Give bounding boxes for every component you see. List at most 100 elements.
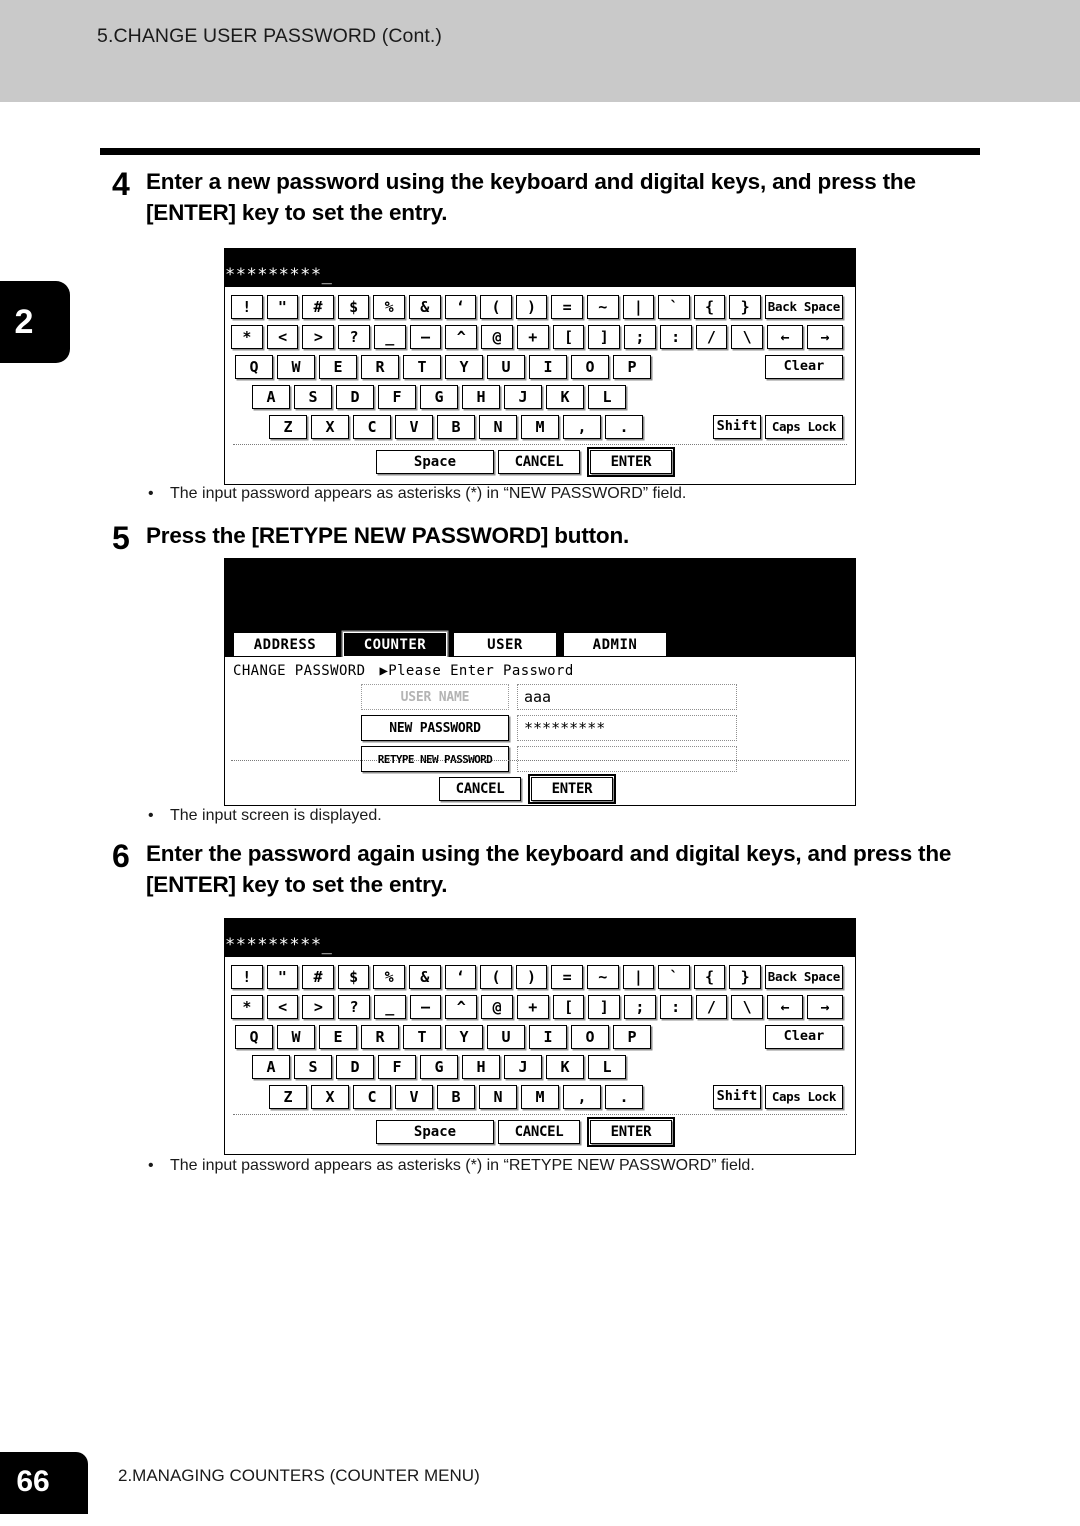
key-asterisk[interactable]: * (231, 995, 263, 1019)
key-c[interactable]: C (353, 1085, 391, 1109)
arrow-right-icon[interactable]: → (807, 325, 844, 349)
key-paren-close[interactable]: ) (515, 965, 548, 989)
key-u[interactable]: U (487, 1025, 525, 1049)
new-password-button[interactable]: NEW PASSWORD (361, 715, 509, 741)
space-button[interactable]: Space (376, 1120, 494, 1144)
key-v[interactable]: V (395, 1085, 433, 1109)
key-brace-open[interactable]: { (693, 965, 726, 989)
key-n[interactable]: N (479, 1085, 517, 1109)
key-period[interactable]: . (605, 415, 643, 439)
tab-counter[interactable]: COUNTER (343, 632, 447, 657)
key-apostrophe[interactable]: ‘ (444, 295, 477, 319)
key-brace-close[interactable]: } (729, 965, 761, 989)
screen-enter-button[interactable]: ENTER (527, 773, 617, 805)
key-colon[interactable]: : (659, 995, 692, 1019)
key-brace-close[interactable]: } (729, 295, 761, 319)
user-name-value[interactable]: aaa (517, 684, 737, 710)
key-q[interactable]: Q (235, 355, 273, 379)
key-y[interactable]: Y (445, 1025, 483, 1049)
key-underscore[interactable]: _ (373, 325, 406, 349)
key-l[interactable]: L (588, 385, 626, 409)
shift-button[interactable]: Shift (713, 1085, 761, 1109)
key-u[interactable]: U (487, 355, 525, 379)
key-question[interactable]: ? (338, 995, 370, 1019)
key-w[interactable]: W (277, 1025, 315, 1049)
key-c[interactable]: C (353, 415, 391, 439)
key-apostrophe[interactable]: ‘ (444, 965, 477, 989)
key-paren-close[interactable]: ) (515, 295, 548, 319)
key-bracket-open[interactable]: [ (552, 995, 585, 1019)
key-backtick[interactable]: ` (658, 965, 690, 989)
key-o[interactable]: O (571, 1025, 609, 1049)
key-j[interactable]: J (504, 1055, 542, 1079)
arrow-right-icon[interactable]: → (807, 995, 844, 1019)
key-r[interactable]: R (361, 355, 399, 379)
key-h[interactable]: H (462, 385, 500, 409)
clear-button[interactable]: Clear (765, 1025, 843, 1049)
key-y[interactable]: Y (445, 355, 483, 379)
key-hash[interactable]: # (302, 965, 334, 989)
space-button[interactable]: Space (376, 450, 494, 474)
enter-button[interactable]: ENTER (586, 1116, 676, 1148)
key-p[interactable]: P (613, 355, 651, 379)
user-name-button[interactable]: USER NAME (361, 684, 509, 710)
key-asterisk[interactable]: * (231, 325, 263, 349)
key-t[interactable]: T (403, 355, 441, 379)
key-bracket-open[interactable]: [ (552, 325, 585, 349)
key-f[interactable]: F (378, 385, 416, 409)
key-plus[interactable]: + (516, 995, 549, 1019)
key-percent[interactable]: % (373, 295, 405, 319)
key-pipe[interactable]: | (622, 965, 655, 989)
key-d[interactable]: D (336, 385, 374, 409)
key-exclam[interactable]: ! (231, 965, 263, 989)
key-b[interactable]: B (437, 415, 475, 439)
key-comma[interactable]: , (563, 415, 601, 439)
key-p[interactable]: P (613, 1025, 651, 1049)
key-e[interactable]: E (319, 355, 357, 379)
key-equals[interactable]: = (551, 965, 583, 989)
cancel-button[interactable]: CANCEL (498, 1120, 580, 1144)
shift-button[interactable]: Shift (713, 415, 761, 439)
key-m[interactable]: M (521, 1085, 559, 1109)
key-percent[interactable]: % (373, 965, 405, 989)
arrow-left-icon[interactable]: ← (767, 325, 804, 349)
key-b[interactable]: B (437, 1085, 475, 1109)
key-backslash[interactable]: \ (731, 325, 764, 349)
key-o[interactable]: O (571, 355, 609, 379)
tab-user[interactable]: USER (453, 632, 557, 657)
key-i[interactable]: I (529, 355, 567, 379)
back-space-button[interactable]: Back Space (764, 295, 843, 319)
key-z[interactable]: Z (269, 415, 307, 439)
key-q[interactable]: Q (235, 1025, 273, 1049)
key-at[interactable]: @ (481, 995, 513, 1019)
key-backslash[interactable]: \ (731, 995, 764, 1019)
key-question[interactable]: ? (338, 325, 370, 349)
arrow-left-icon[interactable]: ← (767, 995, 804, 1019)
key-underscore[interactable]: _ (373, 995, 406, 1019)
key-bracket-close[interactable]: ] (588, 325, 621, 349)
key-caret[interactable]: ^ (445, 995, 478, 1019)
key-w[interactable]: W (277, 355, 315, 379)
key-brace-open[interactable]: { (693, 295, 726, 319)
key-x[interactable]: X (311, 415, 349, 439)
key-semicolon[interactable]: ; (624, 325, 656, 349)
screen-cancel-button[interactable]: CANCEL (439, 777, 521, 801)
new-password-value[interactable]: ********* (517, 715, 737, 741)
key-j[interactable]: J (504, 385, 542, 409)
clear-button[interactable]: Clear (765, 355, 843, 379)
key-less-than[interactable]: < (266, 325, 299, 349)
key-greater-than[interactable]: > (302, 325, 335, 349)
retype-new-password-button[interactable]: RETYPE NEW PASSWORD (361, 746, 509, 772)
key-dollar[interactable]: $ (337, 965, 370, 989)
key-slash[interactable]: / (695, 995, 728, 1019)
back-space-button[interactable]: Back Space (764, 965, 843, 989)
key-less-than[interactable]: < (266, 995, 299, 1019)
caps-lock-button[interactable]: Caps Lock (765, 1085, 843, 1109)
key-h[interactable]: H (462, 1055, 500, 1079)
key-v[interactable]: V (395, 415, 433, 439)
key-dash[interactable]: — (409, 995, 442, 1019)
key-paren-open[interactable]: ( (480, 295, 512, 319)
key-tilde[interactable]: ~ (586, 295, 619, 319)
key-slash[interactable]: / (695, 325, 728, 349)
key-plus[interactable]: + (516, 325, 549, 349)
